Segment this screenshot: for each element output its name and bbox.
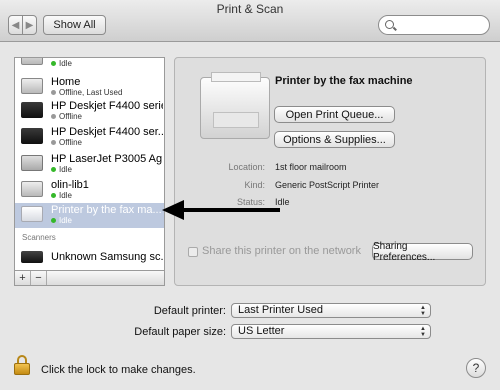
- add-printer-button[interactable]: +: [15, 271, 31, 285]
- back-button[interactable]: ◀: [8, 15, 23, 35]
- printer-icon: [21, 78, 43, 94]
- printer-detail-panel: Printer by the fax machine Open Print Qu…: [174, 57, 486, 286]
- printer-name: Printer by the fax ma...: [51, 204, 162, 216]
- printer-list[interactable]: Idle Home Offline, Last Used HP Deskjet …: [14, 57, 165, 271]
- status-label: Status:: [236, 197, 265, 207]
- list-item-printer[interactable]: HP Deskjet F4400 ser... Offline: [15, 125, 164, 150]
- default-printer-value: Last Printer Used: [238, 304, 323, 316]
- inkjet-printer-icon: [21, 128, 43, 144]
- updown-arrows-icon: ▲ ▼: [420, 326, 426, 338]
- list-item-printer-selected[interactable]: Printer by the fax ma... Idle: [15, 203, 164, 228]
- printer-name: olin-lib1: [51, 179, 89, 191]
- options-supplies-button[interactable]: Options & Supplies...: [274, 131, 395, 148]
- list-item-printer[interactable]: Home Offline, Last Used: [15, 75, 164, 100]
- status-dot-icon: [51, 167, 56, 173]
- scanner-icon: [21, 251, 43, 263]
- open-print-queue-button[interactable]: Open Print Queue...: [274, 106, 395, 123]
- help-button[interactable]: ?: [466, 358, 486, 378]
- printer-name: HP Deskjet F4400 ser...: [51, 126, 163, 138]
- list-toolbar: + −: [14, 271, 165, 286]
- default-paper-label: Default paper size:: [134, 326, 226, 338]
- lock-icon[interactable]: [14, 355, 30, 375]
- status-dot-icon: [51, 61, 56, 67]
- annotation-arrow-shaft: [176, 208, 280, 212]
- list-item-printer[interactable]: HP LaserJet P3005 Ag... Idle: [15, 152, 164, 177]
- printer-icon: [21, 206, 43, 222]
- status-dot-icon: [51, 90, 56, 96]
- forward-button[interactable]: ▶: [22, 15, 37, 35]
- printer-status: Idle: [51, 216, 72, 225]
- printer-name: HP LaserJet P3005 Ag...: [51, 153, 163, 165]
- status-dot-icon: [51, 114, 56, 120]
- default-printer-label: Default printer:: [153, 305, 226, 317]
- printer-status: Offline: [51, 138, 82, 147]
- search-input[interactable]: [378, 15, 490, 35]
- printer-title: Printer by the fax machine: [275, 75, 413, 87]
- list-item-scanner[interactable]: Unknown Samsung sc...: [15, 245, 164, 270]
- share-printer-checkbox[interactable]: [188, 247, 198, 257]
- inkjet-printer-icon: [21, 102, 43, 118]
- scanner-name: Unknown Samsung sc...: [51, 251, 163, 263]
- title-bar: Print & Scan ◀ ▶ Show All: [0, 0, 500, 42]
- list-item-printer[interactable]: olin-lib1 Idle: [15, 178, 164, 203]
- status-dot-icon: [51, 193, 56, 199]
- share-printer-label: Share this printer on the network: [202, 245, 361, 257]
- printer-icon: [21, 181, 43, 197]
- window-title: Print & Scan: [216, 2, 284, 16]
- list-item-printer[interactable]: Idle: [15, 58, 164, 71]
- printer-status: Offline, Last Used: [51, 88, 122, 97]
- printer-status: Idle: [51, 59, 72, 68]
- printer-icon: [21, 58, 43, 65]
- status-dot-icon: [51, 218, 56, 224]
- default-paper-select[interactable]: US Letter ▲ ▼: [231, 324, 431, 339]
- status-value: Idle: [275, 197, 290, 207]
- kind-value: Generic PostScript Printer: [275, 180, 380, 190]
- kind-label: Kind:: [244, 180, 265, 190]
- printer-status: Offline: [51, 112, 82, 121]
- remove-printer-button[interactable]: −: [31, 271, 47, 285]
- scanners-section-header: Scanners: [22, 233, 56, 242]
- annotation-arrow-icon: [162, 200, 184, 220]
- status-dot-icon: [51, 140, 56, 146]
- search-icon: [385, 20, 394, 29]
- printer-status: Idle: [51, 165, 72, 174]
- list-item-printer[interactable]: HP Deskjet F4400 series Offline: [15, 99, 164, 124]
- location-label: Location:: [228, 162, 265, 172]
- default-printer-select[interactable]: Last Printer Used ▲ ▼: [231, 303, 431, 318]
- updown-arrows-icon: ▲ ▼: [420, 305, 426, 317]
- printer-status: Idle: [51, 191, 72, 200]
- sharing-preferences-button[interactable]: Sharing Preferences...: [372, 241, 473, 263]
- printer-name: HP Deskjet F4400 series: [51, 100, 163, 112]
- show-all-button[interactable]: Show All: [43, 15, 106, 35]
- lock-text: Click the lock to make changes.: [41, 364, 196, 376]
- default-paper-value: US Letter: [238, 325, 285, 337]
- printer-name: Home: [51, 76, 81, 88]
- location-value: 1st floor mailroom: [275, 162, 347, 172]
- laser-printer-icon: [21, 155, 43, 171]
- printer-icon: [200, 72, 270, 139]
